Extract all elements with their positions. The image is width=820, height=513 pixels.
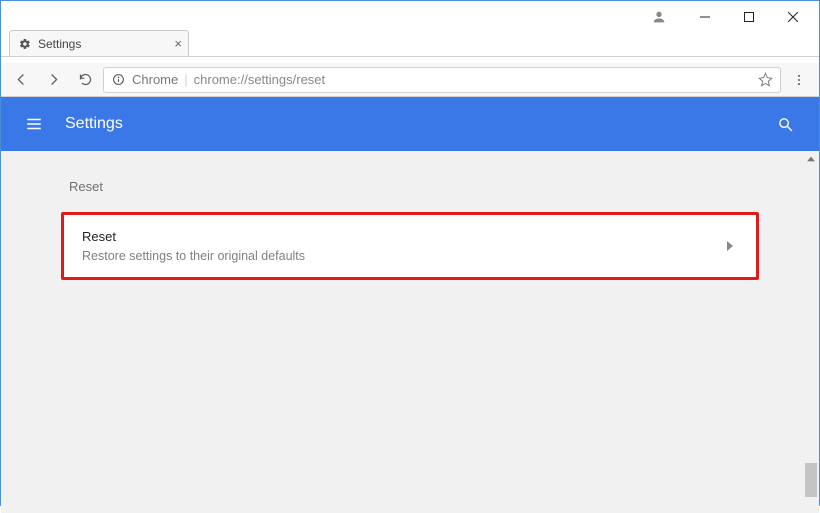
back-button[interactable] [7,66,35,94]
tab-strip: Settings × [1,27,819,57]
separator: | [184,72,187,87]
tab-title: Settings [38,37,81,51]
reload-button[interactable] [71,66,99,94]
chevron-right-icon [722,241,738,251]
scroll-up-icon[interactable] [805,153,817,165]
gear-icon [18,37,32,51]
browser-menu-button[interactable] [785,66,813,94]
tab-settings[interactable]: Settings × [9,30,189,56]
url-text: chrome://settings/reset [194,72,750,87]
forward-button[interactable] [39,66,67,94]
reset-card-text: Reset Restore settings to their original… [82,229,722,263]
scrollbar-thumb[interactable] [805,463,817,497]
section-heading: Reset [61,179,759,194]
tab-close-icon[interactable]: × [174,36,182,51]
page-title: Settings [65,115,771,133]
bookmark-star-icon[interactable] [756,72,774,87]
settings-header: Settings [1,97,819,151]
toolbar: Chrome | chrome://settings/reset [1,63,819,97]
content-area: Reset Reset Restore settings to their or… [1,151,819,513]
reset-card-description: Restore settings to their original defau… [82,249,722,263]
reset-card-title: Reset [82,229,722,244]
search-icon[interactable] [771,110,799,138]
menu-icon[interactable] [21,111,47,137]
reset-card[interactable]: Reset Restore settings to their original… [61,212,759,280]
origin-chip: Chrome [132,72,178,87]
info-icon[interactable] [110,72,126,88]
address-bar[interactable]: Chrome | chrome://settings/reset [103,67,781,93]
